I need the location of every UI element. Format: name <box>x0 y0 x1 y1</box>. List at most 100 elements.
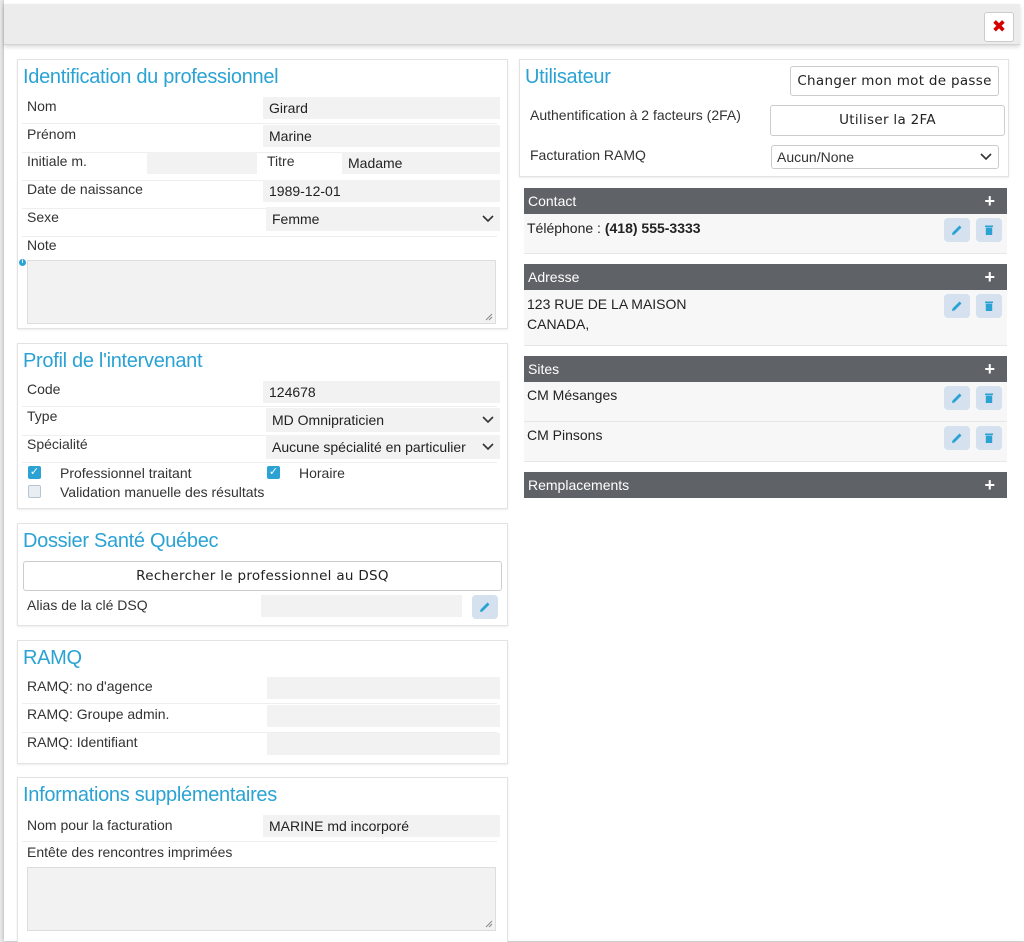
naissance-label: Date de naissance <box>27 181 143 197</box>
panel-title-ramq: RAMQ <box>23 647 82 669</box>
naissance-field[interactable]: 1989-12-01 <box>263 180 500 202</box>
add-remplacement-plus-icon[interactable]: + <box>984 472 995 498</box>
site-name: CM Pinsons <box>527 427 603 443</box>
panel-title-identification: Identification du professionnel <box>23 66 279 88</box>
nom-label: Nom <box>27 98 57 114</box>
site-edit-button[interactable] <box>944 386 970 410</box>
titre-field[interactable]: Madame <box>342 152 500 174</box>
pencil-icon <box>952 225 962 235</box>
specialite-value: Aucune spécialité en particulier <box>272 439 466 455</box>
chevron-down-icon <box>482 443 494 451</box>
site-delete-button[interactable] <box>976 426 1002 450</box>
groupe-label: RAMQ: Groupe admin. <box>27 706 170 722</box>
row-sexe: Sexe Femme <box>22 207 500 237</box>
validation-label: Validation manuelle des résultats <box>60 484 265 500</box>
agence-field[interactable] <box>267 677 500 699</box>
row-identifiant: RAMQ: Identifiant <box>22 732 500 760</box>
prenom-label: Prénom <box>27 126 77 142</box>
panel-title-dsq: Dossier Santé Québec <box>23 530 219 552</box>
panel-title-profil: Profil de l'intervenant <box>23 350 203 372</box>
row-agence: RAMQ: no d'agence <box>22 676 500 704</box>
close-icon[interactable]: ✖ <box>984 12 1014 42</box>
sexe-select[interactable]: Femme <box>266 207 500 231</box>
info-icon: i <box>19 259 26 266</box>
sexe-value: Femme <box>272 211 320 227</box>
sites-header-label: Sites <box>528 361 560 377</box>
site-item: CM Mésanges <box>524 382 1007 422</box>
trash-icon <box>985 433 993 443</box>
remplacements-header-label: Remplacements <box>528 477 630 493</box>
type-select[interactable]: MD Omnipraticien <box>266 408 500 432</box>
supp-panel: Informations supplémentaires Nom pour la… <box>17 777 508 942</box>
row-code: Code 124678 <box>22 380 500 407</box>
facturation-ramq-label: Facturation RAMQ <box>530 147 646 163</box>
titre-label: Titre <box>267 153 295 169</box>
traitant-checkbox[interactable]: ✓ <box>28 466 41 479</box>
site-delete-button[interactable] <box>976 386 1002 410</box>
use-2fa-button[interactable]: Utiliser la 2FA <box>770 105 1005 136</box>
validation-checkbox[interactable] <box>28 485 41 498</box>
utilisateur-panel: Utilisateur Changer mon mot de passe Aut… <box>519 59 1009 177</box>
site-name: CM Mésanges <box>527 387 618 403</box>
entete-textarea[interactable] <box>27 867 496 931</box>
trash-icon <box>985 393 993 403</box>
alias-label: Alias de la clé DSQ <box>27 597 148 613</box>
site-edit-button[interactable] <box>944 426 970 450</box>
row-groupe: RAMQ: Groupe admin. <box>22 704 500 733</box>
contact-header: Contact + <box>524 188 1007 214</box>
add-adresse-plus-icon[interactable]: + <box>984 264 995 290</box>
change-password-button[interactable]: Changer mon mot de passe <box>790 66 999 96</box>
agence-label: RAMQ: no d'agence <box>27 678 153 694</box>
twofa-label: Authentification à 2 facteurs (2FA) <box>530 107 741 123</box>
identification-panel: Identification du professionnel Nom Gira… <box>17 59 508 329</box>
prenom-field[interactable]: Marine <box>263 125 500 147</box>
identifiant-label: RAMQ: Identifiant <box>27 734 138 750</box>
adresse-edit-button[interactable] <box>944 294 970 318</box>
initiale-field[interactable] <box>147 152 257 174</box>
contact-delete-button[interactable] <box>976 218 1002 242</box>
facturation-ramq-select[interactable]: Aucun/None <box>771 145 999 169</box>
pencil-icon <box>480 602 490 612</box>
row-specialite: Spécialité Aucune spécialité en particul… <box>22 435 500 463</box>
contact-item: Téléphone : (418) 555-3333 <box>524 214 1007 254</box>
chevron-down-icon <box>482 416 494 424</box>
alias-edit-button[interactable] <box>472 595 498 619</box>
adresse-header-label: Adresse <box>528 269 580 285</box>
pencil-icon <box>952 393 962 403</box>
site-item: CM Pinsons <box>524 422 1007 462</box>
nom-field[interactable]: Girard <box>263 97 500 119</box>
adresse-delete-button[interactable] <box>976 294 1002 318</box>
modal-titlebar: ✖ <box>4 4 1020 45</box>
panel-title-utilisateur: Utilisateur <box>525 66 611 88</box>
ramq-panel: RAMQ RAMQ: no d'agence RAMQ: Groupe admi… <box>17 640 508 764</box>
specialite-select[interactable]: Aucune spécialité en particulier <box>266 435 500 459</box>
add-site-plus-icon[interactable]: + <box>984 356 995 382</box>
initiale-label: Initiale m. <box>27 153 87 169</box>
entete-label: Entête des rencontres imprimées <box>27 844 233 860</box>
dsq-search-button[interactable]: Rechercher le professionnel au DSQ <box>23 561 502 591</box>
trash-icon <box>985 225 993 235</box>
note-textarea[interactable] <box>27 260 496 324</box>
chevron-down-icon <box>980 153 992 161</box>
row-nom: Nom Girard <box>22 96 500 124</box>
contact-edit-button[interactable] <box>944 218 970 242</box>
code-label: Code <box>27 381 61 397</box>
facturation-ramq-value: Aucun/None <box>777 149 855 165</box>
code-field[interactable]: 124678 <box>263 381 500 403</box>
identifiant-field[interactable] <box>267 733 500 755</box>
chevron-down-icon <box>482 215 494 223</box>
resize-grip-icon <box>485 313 493 321</box>
alias-field[interactable] <box>261 595 462 617</box>
add-contact-plus-icon[interactable]: + <box>984 188 995 214</box>
pencil-icon <box>952 301 962 311</box>
sexe-label: Sexe <box>27 209 59 225</box>
phone-label: Téléphone : <box>527 220 605 236</box>
facturation-name-field[interactable]: MARINE md incorporé <box>263 815 500 837</box>
adresse-header: Adresse + <box>524 264 1007 290</box>
horaire-checkbox[interactable]: ✓ <box>267 466 280 479</box>
traitant-label: Professionnel traitant <box>60 465 192 481</box>
contact-header-label: Contact <box>528 193 577 209</box>
row-type: Type MD Omnipraticien <box>22 407 500 436</box>
horaire-label: Horaire <box>299 465 345 481</box>
groupe-field[interactable] <box>267 705 500 727</box>
